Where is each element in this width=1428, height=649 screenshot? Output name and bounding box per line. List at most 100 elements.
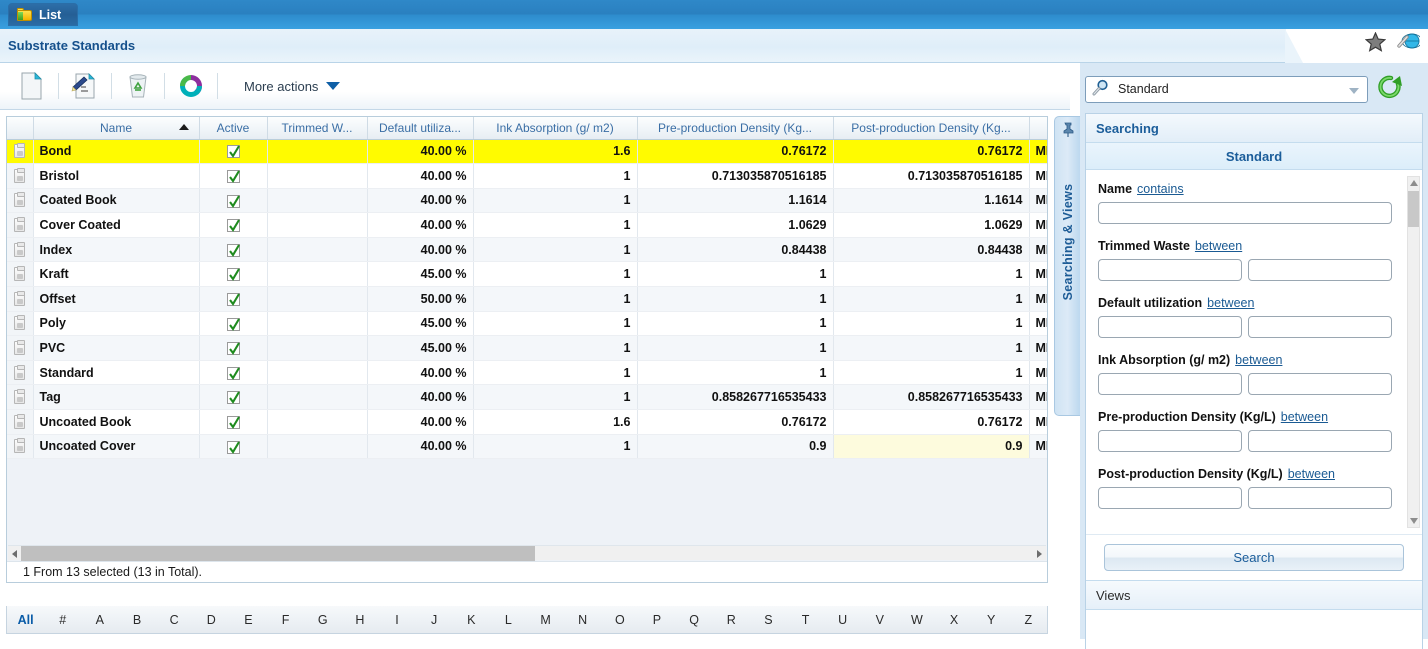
table-row[interactable]: Offset50.00 %111ME [7, 286, 1047, 312]
row-select-cell[interactable] [7, 286, 34, 312]
alphabet-filter-w[interactable]: W [898, 613, 935, 627]
active-checkbox[interactable] [226, 194, 240, 208]
row-select-cell[interactable] [7, 384, 34, 411]
search-input-4-to[interactable] [1248, 430, 1392, 452]
row-record-icon[interactable] [14, 290, 26, 306]
column-header-trimmed-waste[interactable]: Trimmed W... [267, 117, 368, 140]
search-button[interactable]: Search [1104, 544, 1404, 571]
searching-views-tab[interactable]: Searching & Views [1054, 116, 1080, 416]
cell-active[interactable] [199, 335, 268, 361]
search-input-5-to[interactable] [1248, 487, 1392, 509]
row-select-cell[interactable] [7, 261, 34, 288]
search-field-operator[interactable]: contains [1137, 182, 1184, 196]
fields-scrollbar-thumb[interactable] [1408, 191, 1419, 227]
fields-vertical-scrollbar[interactable] [1407, 176, 1420, 528]
alphabet-filter-t[interactable]: T [787, 613, 824, 627]
table-row[interactable]: Coated Book40.00 %11.16141.1614ME [7, 188, 1047, 214]
cell-active[interactable] [199, 286, 268, 312]
active-checkbox[interactable] [226, 391, 240, 405]
search-input-2-to[interactable] [1248, 316, 1392, 338]
cell-active[interactable] [199, 434, 268, 460]
cell-active[interactable] [199, 188, 268, 214]
search-input-3-from[interactable] [1098, 373, 1242, 395]
row-record-icon[interactable] [14, 217, 26, 233]
table-row[interactable]: PVC45.00 %111ME [7, 335, 1047, 361]
row-select-cell[interactable] [7, 212, 34, 238]
cell-active[interactable] [199, 139, 268, 165]
active-checkbox[interactable] [226, 169, 240, 183]
row-record-icon[interactable] [14, 192, 26, 208]
active-checkbox[interactable] [226, 366, 240, 380]
search-field-operator[interactable]: between [1281, 410, 1328, 424]
search-input-5-from[interactable] [1098, 487, 1242, 509]
column-header-pre-production-density[interactable]: Pre-production Density (Kg... [637, 117, 834, 140]
views-section-header[interactable]: Views [1086, 580, 1422, 610]
row-record-icon[interactable] [14, 340, 26, 356]
alphabet-filter-i[interactable]: I [378, 613, 415, 627]
alphabet-filter-m[interactable]: M [527, 613, 564, 627]
star-icon[interactable] [1364, 31, 1387, 52]
cell-active[interactable] [199, 212, 268, 238]
table-row[interactable]: Index40.00 %10.844380.84438ME [7, 237, 1047, 263]
alphabet-filter-j[interactable]: J [416, 613, 453, 627]
active-checkbox[interactable] [226, 292, 240, 306]
search-input-2-from[interactable] [1098, 316, 1242, 338]
row-record-icon[interactable] [14, 413, 26, 429]
row-record-icon[interactable] [14, 167, 26, 183]
alphabet-filter-s[interactable]: S [750, 613, 787, 627]
row-select-cell[interactable] [7, 237, 34, 263]
delete-record-button[interactable] [116, 66, 160, 106]
alphabet-filter-h[interactable]: H [341, 613, 378, 627]
scroll-up-icon[interactable] [1410, 180, 1418, 186]
alphabet-filter-q[interactable]: Q [676, 613, 713, 627]
column-header-post-production-density[interactable]: Post-production Density (Kg... [833, 117, 1030, 140]
alphabet-filter-x[interactable]: X [936, 613, 973, 627]
column-header-select[interactable] [7, 117, 34, 140]
alphabet-filter-c[interactable]: C [156, 613, 193, 627]
alphabet-filter-a[interactable]: A [81, 613, 118, 627]
alphabet-filter-n[interactable]: N [564, 613, 601, 627]
table-row[interactable]: Kraft45.00 %111ME [7, 261, 1047, 288]
alphabet-filter-p[interactable]: P [638, 613, 675, 627]
row-record-icon[interactable] [14, 143, 26, 159]
table-row[interactable]: Bond40.00 %1.60.761720.76172ME [7, 139, 1047, 165]
chevron-down-icon[interactable] [1349, 87, 1359, 94]
alphabet-filter-f[interactable]: F [267, 613, 304, 627]
alphabet-filter-u[interactable]: U [824, 613, 861, 627]
column-header-default-utilization[interactable]: Default utiliza... [367, 117, 474, 140]
search-input-4-from[interactable] [1098, 430, 1242, 452]
active-checkbox[interactable] [226, 440, 240, 454]
active-checkbox[interactable] [226, 342, 240, 356]
alphabet-filter-z[interactable]: Z [1010, 613, 1047, 627]
horizontal-scrollbar[interactable] [8, 545, 1046, 561]
row-record-icon[interactable] [14, 241, 26, 257]
cell-active[interactable] [199, 384, 268, 411]
alphabet-filter-v[interactable]: V [861, 613, 898, 627]
new-record-button[interactable] [10, 66, 54, 106]
row-select-cell[interactable] [7, 311, 34, 337]
search-input-0[interactable] [1098, 202, 1392, 224]
table-row[interactable]: Standard40.00 %111ME [7, 360, 1047, 386]
column-header-extra[interactable] [1029, 117, 1047, 140]
table-row[interactable]: Uncoated Cover40.00 %10.90.9ME [7, 434, 1047, 460]
search-field-operator[interactable]: between [1288, 467, 1335, 481]
column-header-name[interactable]: Name [33, 117, 200, 140]
scrollbar-thumb[interactable] [21, 546, 535, 561]
edit-record-button[interactable] [63, 66, 107, 106]
active-checkbox[interactable] [226, 243, 240, 257]
alphabet-filter-#[interactable]: # [44, 613, 81, 627]
search-type-select[interactable]: Standard [1085, 75, 1368, 103]
alphabet-filter-all[interactable]: All [7, 613, 44, 627]
more-actions-button[interactable]: More actions [244, 79, 341, 94]
row-select-cell[interactable] [7, 409, 34, 435]
alphabet-filter-r[interactable]: R [713, 613, 750, 627]
pin-icon[interactable] [1061, 122, 1075, 141]
active-checkbox[interactable] [226, 145, 240, 159]
alphabet-filter-b[interactable]: B [118, 613, 155, 627]
row-record-icon[interactable] [14, 438, 26, 454]
row-record-icon[interactable] [14, 266, 26, 282]
alphabet-filter-e[interactable]: E [230, 613, 267, 627]
search-field-operator[interactable]: between [1195, 239, 1242, 253]
row-select-cell[interactable] [7, 139, 34, 165]
row-record-icon[interactable] [14, 389, 26, 405]
